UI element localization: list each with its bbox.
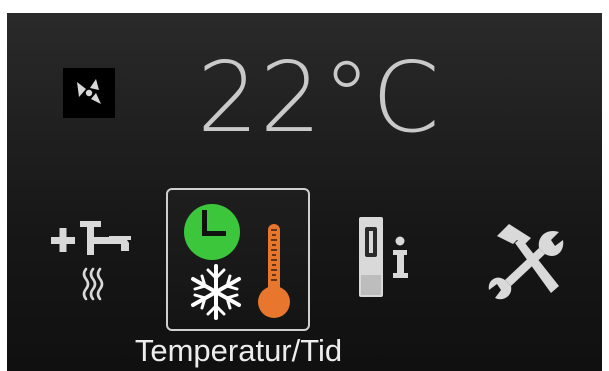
snowflake-icon: [191, 264, 241, 320]
clock-icon: [184, 204, 240, 260]
selected-mode-label: Temperatur/Tid: [134, 333, 343, 368]
temperature-readout: 22°C: [197, 41, 441, 154]
control-screen: 22°C Temperatur/Tid: [7, 13, 602, 371]
hot-water-faucet-icon[interactable]: [47, 203, 137, 308]
fan-icon[interactable]: [63, 68, 115, 118]
temperature-time-button[interactable]: [166, 188, 310, 331]
tools-icon[interactable]: [487, 218, 567, 303]
thermometer-icon: [258, 224, 290, 318]
device-info-icon[interactable]: [347, 213, 422, 308]
